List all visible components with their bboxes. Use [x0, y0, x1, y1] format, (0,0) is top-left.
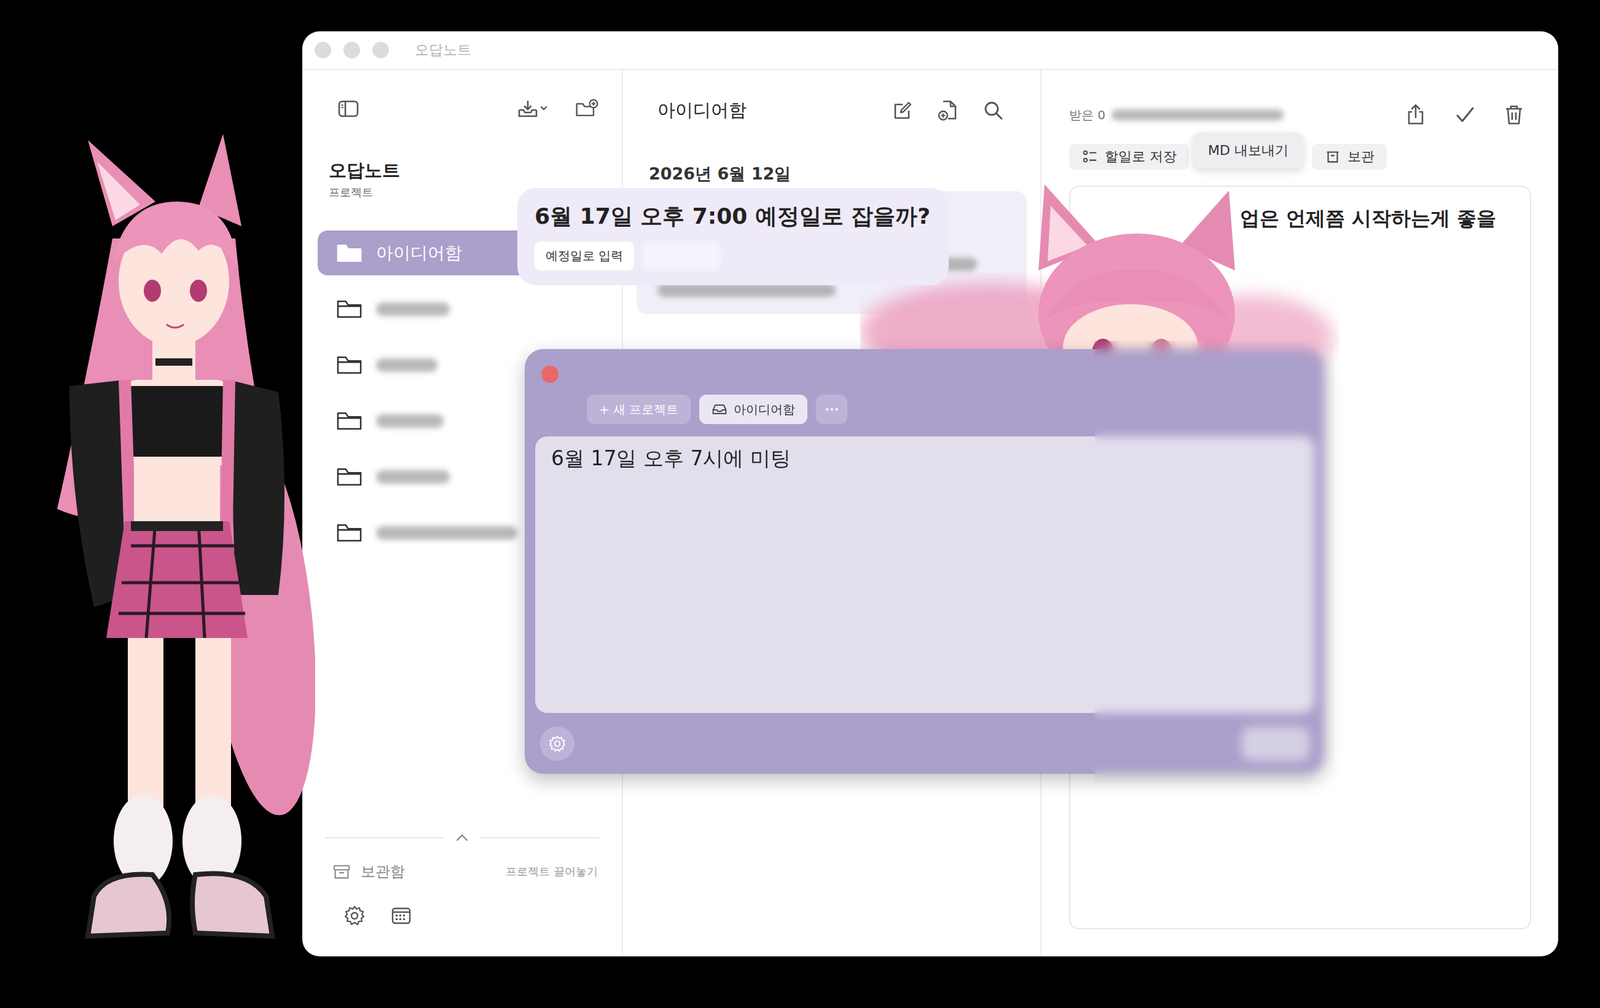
schedule-suggestion: 6월 17일 오후 7:00 예정일로 잡을까? 예정일로 입력 [517, 188, 949, 286]
detail-header: 받은 0 [1069, 94, 1532, 136]
capture-button[interactable]: + 새 프로젝트 [586, 394, 691, 424]
sidebar-toggle-icon[interactable] [336, 96, 361, 122]
gear-icon[interactable] [342, 903, 367, 928]
blurred-label [376, 302, 450, 316]
close-button[interactable] [541, 365, 559, 383]
capture-input[interactable]: 6월 17일 오후 7시에 미팅 [535, 436, 1315, 713]
blurred-label [376, 414, 444, 428]
blurred-note-meta [657, 283, 836, 297]
action-label: 보관 [1347, 147, 1375, 166]
window-control[interactable] [314, 41, 332, 59]
chevron-up-icon[interactable] [452, 831, 472, 844]
sidebar-footer: 보관함 프로젝트 끌어놓기 [317, 828, 607, 957]
new-document-icon[interactable] [935, 98, 961, 123]
search-icon[interactable] [981, 98, 1006, 123]
sidebar-toolbar [317, 90, 607, 128]
quick-capture-panel: + 새 프로젝트 아이디어함 ··· 6월 17일 오후 7시에 미팅 [524, 349, 1325, 774]
export-tooltip[interactable]: MD 내보내기 [1193, 132, 1304, 169]
capture-button[interactable]: 아이디어함 [699, 394, 808, 424]
drop-hint: 프로젝트 끌어놓기 [505, 863, 598, 879]
share-icon[interactable] [1403, 102, 1428, 128]
folder-icon [336, 465, 363, 488]
settings-button[interactable] [540, 726, 575, 761]
date-heading: 2026년 6월 12일 [623, 162, 1041, 185]
action-button[interactable]: 보관 [1311, 143, 1387, 170]
check-icon[interactable] [1452, 102, 1478, 128]
suggestion-text: 6월 17일 오후 7:00 예정일로 잡을까? [534, 201, 931, 232]
folder-icon [336, 409, 363, 432]
blurred-received [1111, 109, 1284, 121]
archive-icon [1324, 148, 1342, 166]
capture-button[interactable]: ··· [815, 394, 848, 424]
blurred-label [376, 525, 518, 540]
action-label: 할일로 저장 [1104, 147, 1177, 166]
folder-icon [336, 353, 363, 377]
note-text: 업은 언제쯤 시작하는게 좋을 [1239, 205, 1524, 233]
blurred-label [376, 358, 438, 372]
new-folder-icon[interactable] [574, 96, 600, 122]
footer-divider [317, 828, 607, 847]
blur-overlay [1094, 341, 1334, 784]
folder-icon [336, 298, 363, 321]
sidebar-title: 오답노트 [317, 159, 607, 182]
capture-toolbar: + 새 프로젝트 아이디어함 ··· [586, 394, 1315, 424]
project-item[interactable] [317, 286, 607, 332]
set-due-date-button[interactable]: 예정일로 입력 [534, 241, 635, 271]
window-control[interactable] [343, 41, 361, 59]
tray-icon [711, 402, 728, 416]
compose-icon[interactable] [890, 98, 915, 123]
blurred-button[interactable] [642, 241, 721, 271]
desktop: 오답노트오답노트프로젝트아이디어함보관함프로젝트 끌어놓기아이디어함2026년 … [0, 0, 1600, 1008]
archive-label: 보관함 [360, 861, 405, 882]
calendar-icon[interactable] [388, 903, 414, 928]
title-bar: 오답노트 [302, 31, 1559, 71]
inbox-menu-icon[interactable] [515, 96, 550, 122]
folder-icon [336, 242, 363, 265]
window-control[interactable] [372, 41, 389, 59]
action-row: 할일로 저장보관MD 내보내기 [1069, 143, 1532, 170]
action-button[interactable]: 할일로 저장 [1069, 143, 1189, 170]
folder-icon [336, 521, 363, 544]
footer-icons [317, 901, 607, 930]
window-title: 오답노트 [414, 40, 472, 60]
gear-icon [546, 733, 568, 754]
trash-icon[interactable] [1501, 102, 1527, 128]
checklist-icon [1081, 148, 1099, 166]
archive-row[interactable]: 보관함 프로젝트 끌어놓기 [317, 858, 607, 884]
list-title: 아이디어함 [657, 98, 747, 123]
received-label: 받은 0 [1069, 106, 1106, 124]
blurred-submit-button[interactable] [1241, 726, 1310, 761]
list-header: 아이디어함 [623, 90, 1041, 131]
project-label: 아이디어함 [376, 241, 463, 265]
blurred-label [376, 470, 450, 484]
character-illustration [20, 127, 316, 946]
archive-icon [331, 860, 353, 882]
